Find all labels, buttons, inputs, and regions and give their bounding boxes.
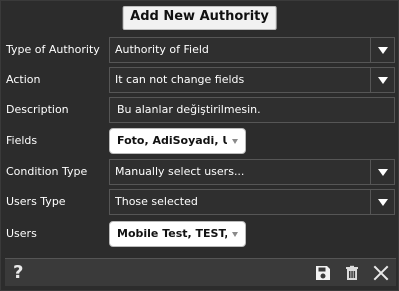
users-type-label: Users Type bbox=[6, 195, 66, 208]
row-fields: Fields Foto, AdiSoyadi, U... bbox=[1, 128, 399, 154]
close-icon[interactable] bbox=[372, 264, 390, 282]
chevron-down-icon[interactable] bbox=[370, 38, 394, 62]
condition-type-label: Condition Type bbox=[6, 165, 88, 178]
chevron-down-icon[interactable] bbox=[232, 139, 238, 144]
add-authority-dialog: Add New Authority Type of Authority Auth… bbox=[0, 0, 399, 291]
dialog-footer: ? bbox=[5, 258, 396, 286]
chevron-down-icon[interactable] bbox=[370, 68, 394, 92]
condition-type-select[interactable]: Manually select users... bbox=[109, 159, 395, 185]
type-of-authority-value: Authority of Field bbox=[115, 43, 209, 56]
help-icon[interactable]: ? bbox=[13, 259, 23, 286]
users-label: Users bbox=[6, 227, 37, 240]
chevron-down-icon[interactable] bbox=[370, 190, 394, 214]
row-action: Action It can not change fields bbox=[1, 67, 399, 93]
save-icon[interactable] bbox=[314, 264, 332, 282]
users-type-value: Those selected bbox=[115, 195, 198, 208]
trash-icon[interactable] bbox=[343, 264, 361, 282]
chevron-down-icon[interactable] bbox=[232, 232, 238, 237]
chevron-down-icon[interactable] bbox=[370, 160, 394, 184]
fields-label: Fields bbox=[6, 134, 38, 147]
fields-multiselect[interactable]: Foto, AdiSoyadi, U... bbox=[109, 128, 246, 154]
description-label: Description bbox=[6, 103, 69, 116]
description-value: Bu alanlar değiştirilmesin. bbox=[117, 103, 261, 116]
row-condition-type: Condition Type Manually select users... bbox=[1, 159, 399, 185]
row-users-type: Users Type Those selected bbox=[1, 189, 399, 215]
users-value: Mobile Test, TEST,... bbox=[117, 227, 227, 240]
users-multiselect[interactable]: Mobile Test, TEST,... bbox=[109, 221, 246, 247]
action-label: Action bbox=[6, 73, 41, 86]
action-value: It can not change fields bbox=[115, 73, 245, 86]
action-select[interactable]: It can not change fields bbox=[109, 67, 395, 93]
type-of-authority-label: Type of Authority bbox=[6, 43, 100, 56]
condition-type-value: Manually select users... bbox=[115, 165, 245, 178]
dialog-title: Add New Authority bbox=[122, 6, 277, 30]
users-type-select[interactable]: Those selected bbox=[109, 189, 395, 215]
row-description: Description Bu alanlar değiştirilmesin. bbox=[1, 97, 399, 123]
row-users: Users Mobile Test, TEST,... bbox=[1, 221, 399, 247]
fields-value: Foto, AdiSoyadi, U... bbox=[117, 134, 227, 147]
row-type-of-authority: Type of Authority Authority of Field bbox=[1, 37, 399, 63]
description-input[interactable]: Bu alanlar değiştirilmesin. bbox=[109, 97, 395, 123]
type-of-authority-select[interactable]: Authority of Field bbox=[109, 37, 395, 63]
